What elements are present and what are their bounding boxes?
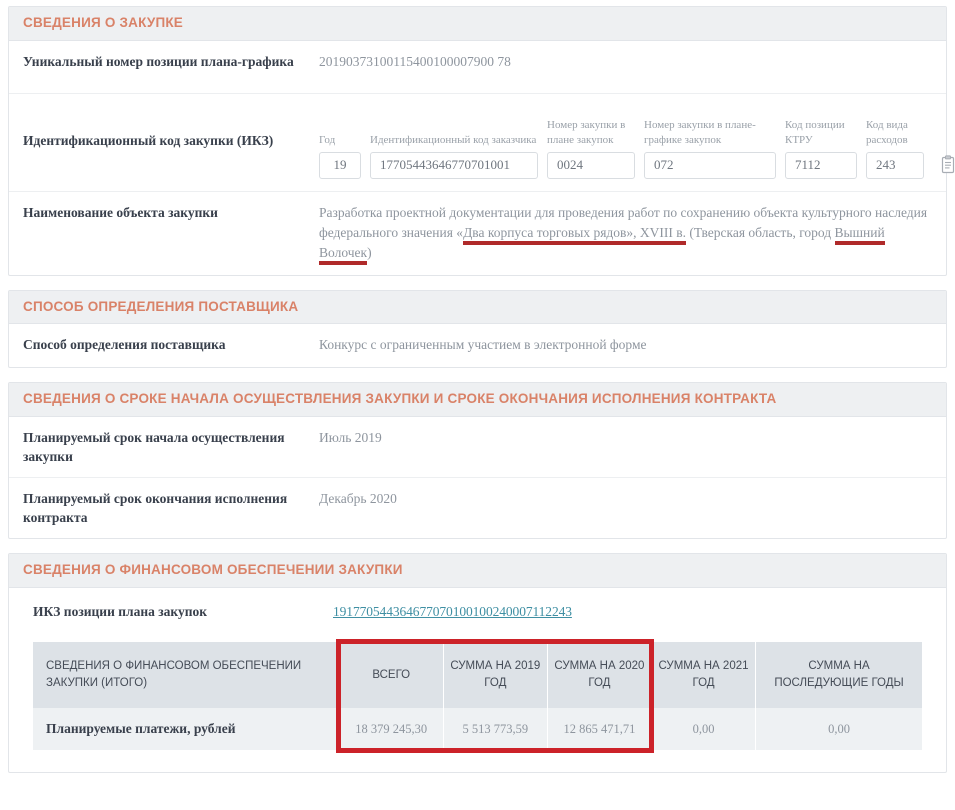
object-name-row: Наименование объекта закупки Разработка … — [9, 190, 946, 275]
ikz-plan-link[interactable]: 191770544364677070100100240007112243 — [333, 604, 572, 620]
unique-number-label: Уникальный номер позиции плана-графика — [23, 53, 294, 69]
object-name-annotation-1: Два корпуса торговых рядов», XVIII в. — [463, 225, 687, 246]
financing-value-2019: 5 513 773,59 — [442, 708, 548, 750]
ikz-field-ktru-code: Код позиции КТРУ 7112 — [785, 103, 857, 179]
supplier-method-value: Конкурс с ограниченным участием в электр… — [319, 337, 647, 353]
ikz-field-group: Год 19 Идентификационный код заказчика 1… — [319, 103, 955, 179]
unique-number-row: Уникальный номер позиции плана-графика 2… — [9, 41, 946, 93]
financing-header-total: ВСЕГО — [338, 642, 444, 708]
object-name-text-part3: ) — [367, 245, 372, 261]
ikz-field-expense-type-code: Код вида расходов 243 — [866, 103, 924, 179]
supplier-method-body: Способ определения поставщика Конкурс с … — [9, 324, 946, 366]
section-title-supplier-method: СПОСОБ ОПРЕДЕЛЕНИЯ ПОСТАВЩИКА — [23, 298, 299, 314]
supplier-method-card: СПОСОБ ОПРЕДЕЛЕНИЯ ПОСТАВЩИКА Способ опр… — [8, 289, 947, 368]
financing-header-subsequent: СУММА НА ПОСЛЕДУЮЩИЕ ГОДЫ — [755, 642, 922, 708]
section-title-terms: СВЕДЕНИЯ О СРОКЕ НАЧАЛА ОСУЩЕСТВЛЕНИЯ ЗА… — [23, 390, 777, 406]
ikz-field-year: Год 19 — [319, 103, 361, 179]
ikz-field-purchase-number-schedule: Номер закупки в плане-графике закупок 07… — [644, 103, 776, 179]
terms-body: Планируемый срок начала осуществления за… — [9, 417, 946, 539]
financing-header: СВЕДЕНИЯ О ФИНАНСОВОМ ОБЕСПЕЧЕНИИ ЗАКУПК… — [9, 554, 946, 588]
ikz-input-year[interactable]: 19 — [319, 151, 361, 179]
procurement-info-body: Уникальный номер позиции плана-графика 2… — [9, 41, 955, 275]
terms-card: СВЕДЕНИЯ О СРОКЕ НАЧАЛА ОСУЩЕСТВЛЕНИЯ ЗА… — [8, 381, 947, 540]
term-end-row: Планируемый срок окончания исполнения ко… — [9, 476, 946, 538]
supplier-method-row: Способ определения поставщика Конкурс с … — [9, 324, 946, 366]
financing-table: СВЕДЕНИЯ О ФИНАНСОВОМ ОБЕСПЕЧЕНИИ ЗАКУПК… — [33, 642, 922, 750]
term-start-value: Июль 2019 — [319, 429, 382, 445]
financing-corner-header: СВЕДЕНИЯ О ФИНАНСОВОМ ОБЕСПЕЧЕНИИ ЗАКУПК… — [33, 642, 340, 708]
ikz-input-customer-code[interactable]: 17705443646770701001 — [370, 151, 538, 179]
ikz-field-customer-code: Идентификационный код заказчика 17705443… — [370, 103, 538, 179]
supplier-method-label: Способ определения поставщика — [23, 337, 226, 353]
procurement-info-card: СВЕДЕНИЯ О ЗАКУПКЕ Уникальный номер пози… — [8, 6, 955, 276]
ikz-input-purchase-number-schedule[interactable]: 072 — [644, 151, 776, 179]
ikz-caption-expense-type-code: Код вида расходов — [866, 119, 908, 146]
financing-header-2019: СУММА НА 2019 ГОД — [442, 642, 548, 708]
term-end-label: Планируемый срок окончания исполнения ко… — [23, 490, 288, 525]
ikz-row: Идентификационный код закупки (ИКЗ) Год … — [9, 92, 955, 191]
financing-value-2021: 0,00 — [650, 708, 756, 750]
ikz-caption-customer-code: Идентификационный код заказчика — [370, 133, 537, 146]
section-title-financing: СВЕДЕНИЯ О ФИНАНСОВОМ ОБЕСПЕЧЕНИИ ЗАКУПК… — [23, 562, 403, 578]
term-start-row: Планируемый срок начала осуществления за… — [9, 417, 946, 477]
object-name-value: Разработка проектной документации для пр… — [319, 203, 932, 266]
ikz-caption-purchase-number-plan: Номер закупки в плане закупок — [547, 119, 626, 146]
ikz-input-ktru-code[interactable]: 7112 — [785, 151, 857, 179]
object-name-text-part2: (Тверская область, город — [686, 225, 835, 241]
term-start-label: Планируемый срок начала осуществления за… — [23, 429, 285, 464]
financing-row-label: Планируемые платежи, рублей — [33, 708, 340, 750]
ikz-caption-ktru-code: Код позиции КТРУ — [785, 119, 845, 146]
object-name-label: Наименование объекта закупки — [23, 204, 218, 220]
ikz-input-purchase-number-plan[interactable]: 0024 — [547, 151, 635, 179]
financing-body: ИКЗ позиции плана закупок 19177054436467… — [9, 588, 946, 772]
ikz-label: Идентификационный код закупки (ИКЗ) — [23, 132, 274, 148]
table-row: Планируемые платежи, рублей 18 379 245,3… — [33, 708, 922, 750]
financing-table-header-row: СВЕДЕНИЯ О ФИНАНСОВОМ ОБЕСПЕЧЕНИИ ЗАКУПК… — [33, 642, 922, 708]
procurement-info-header: СВЕДЕНИЯ О ЗАКУПКЕ — [9, 7, 946, 41]
procurement-details-page: СВЕДЕНИЯ О ЗАКУПКЕ Уникальный номер пози… — [0, 0, 955, 810]
ikz-caption-year: Год — [319, 133, 336, 146]
financing-card: СВЕДЕНИЯ О ФИНАНСОВОМ ОБЕСПЕЧЕНИИ ЗАКУПК… — [8, 553, 947, 773]
financing-value-subsequent: 0,00 — [755, 708, 922, 750]
financing-value-total: 18 379 245,30 — [338, 708, 444, 750]
financing-header-2020: СУММА НА 2020 ГОД — [546, 642, 652, 708]
supplier-method-header: СПОСОБ ОПРЕДЕЛЕНИЯ ПОСТАВЩИКА — [9, 290, 946, 325]
financing-header-2021: СУММА НА 2021 ГОД — [650, 642, 756, 708]
ikz-caption-purchase-number-schedule: Номер закупки в плане-графике закупок — [644, 119, 756, 146]
ikz-plan-label: ИКЗ позиции плана закупок — [33, 604, 208, 619]
unique-number-value: 20190373100115400100007900 78 — [319, 53, 511, 69]
ikz-plan-row: ИКЗ позиции плана закупок 19177054436467… — [33, 604, 922, 620]
ikz-field-purchase-number-plan: Номер закупки в плане закупок 0024 — [547, 103, 635, 179]
clipboard-copy-icon[interactable] — [940, 155, 955, 175]
financing-table-wrap: СВЕДЕНИЯ О ФИНАНСОВОМ ОБЕСПЕЧЕНИИ ЗАКУПК… — [33, 639, 922, 753]
financing-value-2020: 12 865 471,71 — [546, 708, 652, 750]
term-end-value: Декабрь 2020 — [319, 490, 397, 506]
section-title-procurement: СВЕДЕНИЯ О ЗАКУПКЕ — [23, 15, 184, 30]
terms-header: СВЕДЕНИЯ О СРОКЕ НАЧАЛА ОСУЩЕСТВЛЕНИЯ ЗА… — [9, 382, 946, 417]
ikz-input-expense-type-code[interactable]: 243 — [866, 151, 924, 179]
